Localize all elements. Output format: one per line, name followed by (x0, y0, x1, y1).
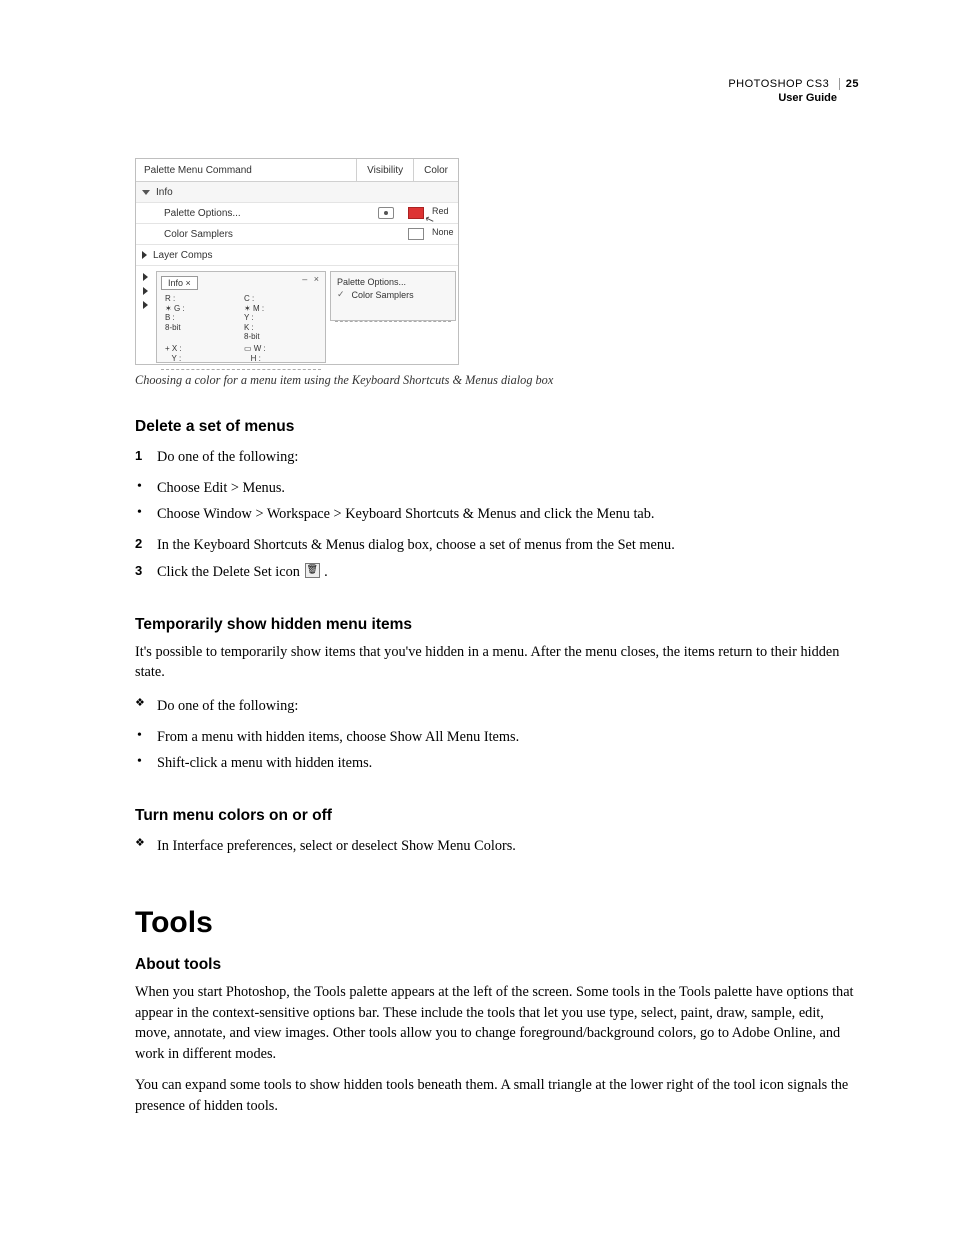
info-tab: Info × (161, 276, 198, 290)
figure-columns: Palette Menu Command Visibility Color (136, 159, 458, 182)
menu-color-samplers: Color Samplers (335, 288, 451, 301)
color-swatch-red (408, 207, 424, 219)
bullet-item: From a menu with hidden items, choose Sh… (135, 724, 859, 751)
figure-caption: Choosing a color for a menu item using t… (135, 373, 859, 388)
flyout-menu: Palette Options... Color Samplers (330, 271, 456, 321)
paragraph: When you start Photoshop, the Tools pale… (135, 982, 859, 1065)
collapse-icon (142, 251, 147, 259)
col-color: Color (413, 159, 458, 181)
row-info: Info (136, 182, 458, 203)
page-number: 25 (839, 78, 859, 90)
info-palette: Info × – × R : ✶ G : B : 8-bit C : ✶ M :… (156, 271, 326, 363)
header-subtitle: User Guide (728, 92, 859, 106)
color-swatch-none (408, 228, 424, 240)
well-icon (143, 287, 148, 295)
window-controls: – × (302, 274, 321, 284)
paragraph: It's possible to temporarily show items … (135, 642, 859, 683)
running-header: PHOTOSHOP CS3 25 User Guide (728, 78, 859, 106)
bullet-item: Shift-click a menu with hidden items. (135, 750, 859, 777)
diamond-item: Do one of the following: (135, 693, 859, 720)
diamond-item: In Interface preferences, select or dese… (135, 833, 859, 860)
figure-dialog-preview: Palette Menu Command Visibility Color In… (135, 158, 459, 365)
heading-menu-colors: Turn menu colors on or off (135, 807, 859, 825)
color-label-none: None (432, 227, 460, 237)
panel-well (136, 269, 154, 364)
product-name: PHOTOSHOP CS3 (728, 78, 829, 90)
heading-tools: Tools (135, 906, 859, 940)
row-layer-comps: Layer Comps (136, 245, 458, 266)
visibility-icon (378, 207, 394, 219)
step-item: 1Do one of the following: (135, 444, 859, 471)
step-item: 3Click the Delete Set icon . (135, 559, 859, 586)
step-item: 2In the Keyboard Shortcuts & Menus dialo… (135, 532, 859, 559)
paragraph: You can expand some tools to show hidden… (135, 1075, 859, 1116)
heading-about-tools: About tools (135, 956, 859, 974)
menu-palette-options: Palette Options... (335, 276, 451, 288)
bullet-item: Choose Edit > Menus. (135, 475, 859, 502)
col-palette-menu: Palette Menu Command (136, 165, 260, 176)
well-icon (143, 301, 148, 309)
expand-icon (142, 190, 150, 195)
bullet-item: Choose Window > Workspace > Keyboard Sho… (135, 501, 859, 528)
col-visibility: Visibility (356, 159, 413, 181)
delete-set-icon (305, 563, 320, 578)
color-label-red: Red (432, 206, 460, 216)
well-icon (143, 273, 148, 281)
heading-delete-menus: Delete a set of menus (135, 418, 859, 436)
row-palette-options: Palette Options... Red ↖ (136, 203, 458, 224)
row-color-samplers: Color Samplers None (136, 224, 458, 245)
heading-show-hidden: Temporarily show hidden menu items (135, 616, 859, 634)
